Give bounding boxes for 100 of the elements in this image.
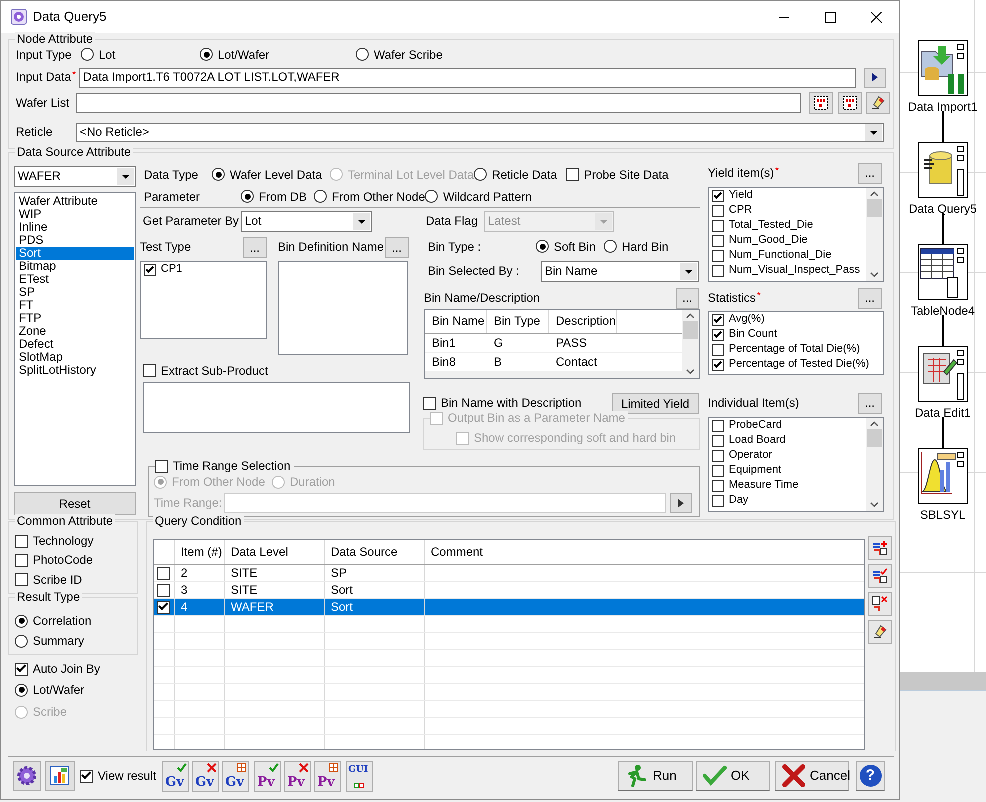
list-item[interactable]: Sort	[16, 247, 134, 260]
radio-button[interactable]: Lot/Wafer	[200, 48, 356, 62]
reset-button[interactable]: Reset	[14, 492, 136, 515]
checklist-item[interactable]: Day	[712, 494, 880, 508]
more-button[interactable]: ...	[676, 288, 699, 308]
delete-row-button[interactable]	[868, 592, 892, 616]
checklist-item[interactable]: Yield	[712, 189, 880, 203]
checklist-item[interactable]: Measure Time	[712, 479, 880, 493]
radio-button[interactable]: Lot/Wafer	[15, 683, 85, 698]
list-item[interactable]: Zone	[16, 325, 134, 338]
help-button[interactable]: ?	[856, 761, 885, 791]
checklist-item[interactable]: CPR	[712, 204, 880, 218]
toolbar-button[interactable]: Gv	[222, 761, 250, 792]
dropdown[interactable]: <No Reticle>	[76, 123, 884, 142]
more-button[interactable]: ...	[385, 237, 409, 258]
node-label[interactable]: TableNode4	[910, 304, 976, 318]
list-item[interactable]: FTP	[16, 312, 134, 325]
radio-button[interactable]: Wildcard Pattern	[425, 190, 532, 204]
checkbox[interactable]: Technology	[15, 534, 137, 548]
scrollbar[interactable]	[425, 371, 682, 378]
scrollbar[interactable]	[866, 188, 883, 281]
scrollbar[interactable]	[866, 418, 883, 511]
checklist-item[interactable]: Percentage of Total Die(%)	[712, 343, 880, 357]
checkbox[interactable]: Time Range Selection	[155, 459, 294, 474]
radio-button[interactable]: Wafer Scribe	[356, 48, 443, 62]
ok-button[interactable]: OK	[696, 761, 770, 791]
checkbox[interactable]: Probe Site Data	[566, 168, 669, 182]
checklist-item[interactable]: Avg(%)	[712, 313, 880, 327]
eraser-button[interactable]	[868, 620, 892, 644]
toolbar-button[interactable]: Pv	[284, 761, 312, 792]
list-item[interactable]: Inline	[16, 221, 134, 234]
column-header[interactable]: Item (#)	[175, 540, 225, 564]
list-item[interactable]: WIP	[16, 208, 134, 221]
toolbar-button[interactable]: Gv	[162, 761, 190, 792]
column-header[interactable]: Description	[549, 310, 618, 333]
list-item[interactable]: SplitLotHistory	[16, 364, 134, 377]
radio-button[interactable]: From DB	[241, 190, 314, 204]
checklist-item[interactable]: Operator	[712, 449, 880, 463]
column-header[interactable]: Comment	[425, 540, 864, 564]
checklist-item[interactable]: Load Board	[712, 434, 880, 448]
radio-button[interactable]: Reticle Data	[474, 168, 566, 182]
node-label[interactable]: Data Import1	[908, 100, 978, 114]
scroll-thumb[interactable]	[683, 321, 698, 339]
toolbar-button[interactable]: Pv	[254, 761, 282, 792]
radio-button[interactable]: Summary	[15, 634, 137, 649]
more-button[interactable]: ...	[858, 392, 882, 414]
row-checkbox[interactable]	[157, 600, 170, 614]
checkbox[interactable]: View result	[80, 769, 156, 784]
list-item[interactable]: SP	[16, 286, 134, 299]
checkbox[interactable]: Extract Sub-Product	[143, 364, 268, 378]
list-item[interactable]: SlotMap	[16, 351, 134, 364]
toolbar-button[interactable]: GUI	[346, 761, 374, 792]
checklist-item[interactable]: Num_Good_Die	[712, 234, 880, 248]
scrollbar[interactable]	[682, 310, 699, 378]
dropdown[interactable]: WAFER	[14, 166, 136, 187]
list-item[interactable]: Bitmap	[16, 260, 134, 273]
check-row-button[interactable]	[868, 564, 892, 588]
arrow-button[interactable]	[670, 493, 692, 513]
radio-button[interactable]: Hard Bin	[604, 240, 669, 254]
checklist-item[interactable]: Num_Visual_Inspect_Pass	[712, 264, 880, 278]
checklist-item[interactable]: CP1	[144, 263, 263, 277]
column-header[interactable]: Data Source	[325, 540, 425, 564]
radio-button[interactable]: Correlation	[15, 614, 137, 628]
list-item[interactable]: Defect	[16, 338, 134, 351]
list-item[interactable]: Wafer Attribute	[16, 195, 134, 208]
eraser-button[interactable]	[866, 92, 890, 114]
node-label[interactable]: SBLSYL	[920, 508, 966, 522]
input-field[interactable]	[224, 493, 666, 513]
checklist-item[interactable]: ProbeCard	[712, 419, 880, 433]
radio-button[interactable]: Wafer Level Data	[212, 168, 330, 182]
add-row-button[interactable]	[868, 536, 892, 560]
table-row[interactable]: 4 WAFER Sort	[154, 599, 864, 616]
chart-button[interactable]	[45, 761, 75, 791]
list-item[interactable]: FT	[16, 299, 134, 312]
settings-button[interactable]	[13, 761, 41, 791]
radio-button[interactable]: Lot	[81, 48, 200, 62]
checkbox[interactable]: Bin Name with Description	[423, 396, 582, 411]
checklist-item[interactable]: Bin Count	[712, 328, 880, 342]
node-label[interactable]: Data Query5	[908, 202, 978, 216]
scroll-thumb[interactable]	[867, 199, 882, 217]
radio-button[interactable]: From Other Node	[314, 190, 426, 204]
dropdown[interactable]: Lot	[241, 211, 372, 232]
checkbox[interactable]: Auto Join By	[15, 662, 100, 677]
input-field[interactable]: Data Import1.T6 T0072A LOT LIST.LOT,WAFER	[79, 68, 856, 88]
dropdown[interactable]: Bin Name	[541, 261, 699, 282]
grid-button[interactable]	[838, 92, 862, 114]
input-field[interactable]	[76, 93, 801, 113]
more-button[interactable]: ...	[858, 288, 882, 308]
checklist-item[interactable]: Num_Functional_Die	[712, 249, 880, 263]
text-area[interactable]	[143, 382, 410, 433]
checklist-item[interactable]: Percentage of Tested Die(%)	[712, 358, 880, 372]
row-checkbox[interactable]	[157, 566, 170, 580]
column-header[interactable]: Bin Type	[487, 310, 549, 333]
checkbox[interactable]: PhotoCode	[15, 553, 137, 568]
toolbar-button[interactable]: Pv	[314, 761, 342, 792]
more-button[interactable]: ...	[243, 237, 267, 258]
more-button[interactable]: ...	[858, 162, 882, 184]
list-item[interactable]: PDS	[16, 234, 134, 247]
toolbar-button[interactable]: Gv	[192, 761, 220, 792]
grid-button[interactable]	[809, 92, 833, 114]
